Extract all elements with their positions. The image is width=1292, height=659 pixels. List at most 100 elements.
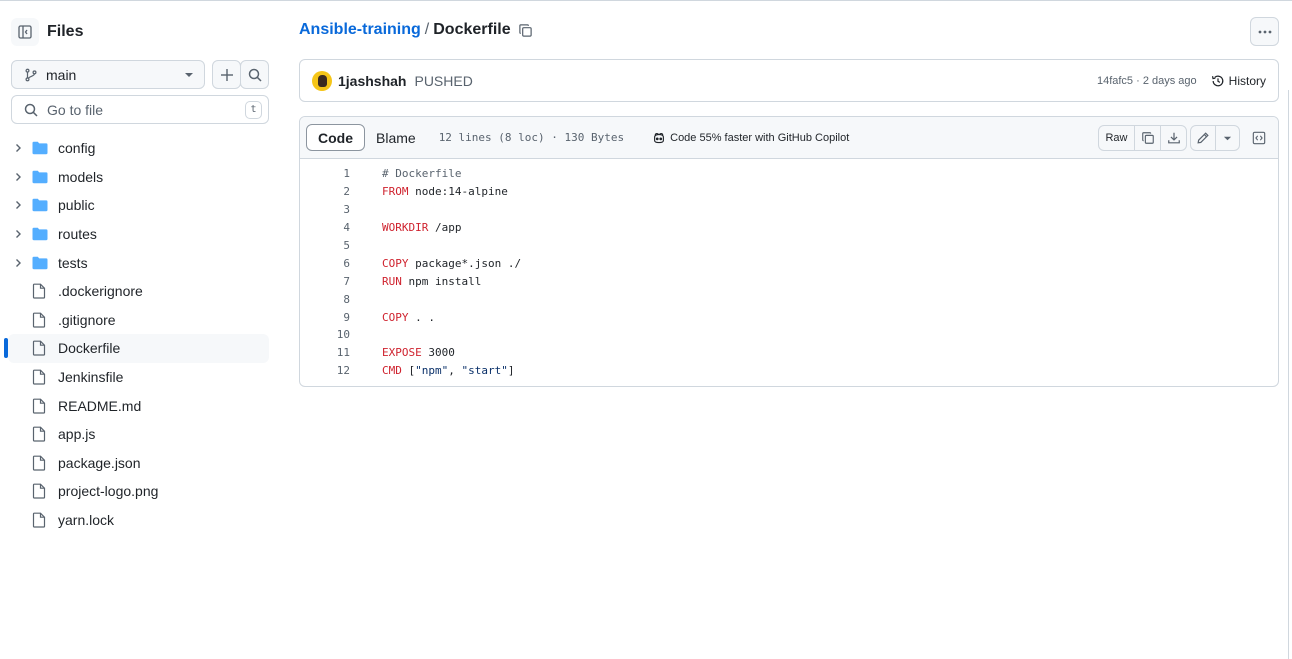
tree-file-item[interactable]: app.js (8, 420, 269, 449)
raw-button[interactable]: Raw (1099, 126, 1135, 150)
line-number[interactable]: 12 (300, 364, 350, 377)
line-number[interactable]: 5 (300, 239, 350, 252)
tree-file-item[interactable]: .dockerignore (8, 277, 269, 306)
line-number[interactable]: 2 (300, 185, 350, 198)
chevron-right-icon[interactable] (8, 258, 28, 268)
tree-folder-item[interactable]: tests (8, 248, 269, 277)
tree-item-label: .gitignore (58, 311, 116, 328)
chevron-right-icon[interactable] (8, 200, 28, 210)
file-info: 12 lines (8 loc) · 130 Bytes (438, 131, 625, 144)
code-token: "start" (461, 364, 508, 378)
line-number[interactable]: 10 (300, 328, 350, 341)
line-number[interactable]: 7 (300, 275, 350, 288)
edit-options-dropdown[interactable] (1216, 126, 1240, 150)
file-icon (32, 512, 48, 528)
code-line: 8 (300, 290, 1278, 308)
chevron-right-icon[interactable] (8, 143, 28, 153)
code-text: COPY . . (382, 311, 435, 324)
sidebar-title: Files (47, 23, 84, 40)
avatar[interactable] (312, 70, 332, 91)
line-number[interactable]: 1 (300, 167, 350, 180)
file-icon (32, 426, 48, 442)
tab-blame[interactable]: Blame (365, 124, 427, 151)
tree-item-label: .dockerignore (58, 283, 143, 300)
breadcrumb-separator: / (424, 21, 430, 38)
tree-file-item[interactable]: yarn.lock (8, 506, 269, 535)
tree-folder-item[interactable]: routes (8, 220, 269, 249)
commit-message[interactable]: PUSHED (414, 73, 472, 89)
history-label: History (1228, 73, 1266, 88)
commit-author[interactable]: 1jashshah (338, 73, 406, 89)
edit-file-button[interactable] (1191, 126, 1216, 150)
line-number[interactable]: 4 (300, 221, 350, 234)
code-line: 4 WORKDIR /app (300, 219, 1278, 237)
line-number[interactable]: 8 (300, 293, 350, 306)
tree-item-label: app.js (58, 426, 96, 443)
code-line: 5 (300, 237, 1278, 255)
code-token: node:14-alpine (408, 185, 508, 199)
code-token: COPY (382, 256, 409, 270)
caret-down-icon (185, 72, 193, 77)
line-number[interactable]: 9 (300, 311, 350, 324)
tab-code[interactable]: Code (306, 124, 365, 151)
copy-raw-button[interactable] (1135, 126, 1161, 150)
folder-icon (32, 169, 48, 185)
go-to-file-search[interactable]: t (11, 95, 269, 124)
branch-selector-button[interactable]: main (11, 60, 205, 89)
breadcrumb-repo-link[interactable]: Ansible-training (299, 21, 421, 39)
copilot-promo-link[interactable]: Code 55% faster with GitHub Copilot (652, 131, 849, 145)
edit-actions-group (1190, 125, 1240, 151)
file-icon (32, 483, 48, 500)
code-token: [ (401, 364, 416, 378)
latest-commit-bar: 1jashshah PUSHED 14fafc5 · 2 days ago Hi… (299, 59, 1279, 102)
chevron-right-icon[interactable] (8, 229, 28, 239)
code-square-icon (1252, 131, 1266, 145)
tree-item-label: tests (58, 254, 88, 271)
tree-item-label: README.md (58, 397, 142, 414)
file-icon (32, 398, 48, 414)
line-number[interactable]: 11 (300, 346, 350, 359)
copy-path-button[interactable] (518, 23, 533, 38)
branch-name: main (46, 66, 77, 83)
tree-file-item[interactable]: package.json (8, 449, 269, 478)
line-number[interactable]: 6 (300, 257, 350, 270)
tree-file-item[interactable]: README.md (8, 391, 269, 420)
go-to-file-input[interactable] (47, 101, 245, 118)
right-scroll-edge (1288, 90, 1292, 659)
code-text: WORKDIR /app (382, 221, 461, 234)
commit-meta[interactable]: 14fafc5 · 2 days ago (1097, 75, 1197, 87)
download-raw-button[interactable] (1161, 126, 1186, 150)
tree-item-label: yarn.lock (58, 512, 115, 529)
tree-item-label: Jenkinsfile (58, 369, 124, 386)
keyboard-shortcut-hint: t (245, 100, 262, 119)
line-number[interactable]: 3 (300, 203, 350, 216)
caret-down-icon (1223, 136, 1231, 140)
collapse-sidebar-button[interactable] (11, 18, 39, 46)
folder-icon (32, 255, 48, 271)
tree-folder-item[interactable]: config (8, 134, 269, 163)
code-token: RUN (382, 274, 402, 288)
tree-file-item[interactable]: .gitignore (8, 306, 269, 335)
code-token: FROM (382, 185, 409, 199)
plus-icon (220, 68, 233, 81)
search-code-button[interactable] (240, 60, 269, 89)
symbols-panel-button[interactable] (1246, 125, 1272, 151)
file-viewer-header: Code Blame 12 lines (8 loc) · 130 Bytes … (300, 117, 1278, 159)
code-lines: 1 # Dockerfile 2 FROM node:14-alpine 3 4 WORKD… (300, 159, 1278, 380)
file-icon (32, 340, 48, 357)
more-options-button[interactable] (1250, 17, 1279, 46)
code-token: "npm" (415, 364, 449, 378)
tree-file-item[interactable]: project-logo.png (8, 477, 269, 506)
history-button[interactable]: History (1211, 74, 1266, 88)
tree-file-item[interactable]: Dockerfile (4, 334, 269, 363)
search-icon (248, 68, 262, 82)
tree-folder-item[interactable]: public (8, 191, 269, 220)
add-file-button[interactable] (212, 60, 241, 89)
chevron-right-icon[interactable] (8, 172, 28, 182)
folder-icon (32, 140, 48, 156)
tree-folder-item[interactable]: models (8, 163, 269, 192)
code-token: CMD (382, 364, 402, 378)
tree-file-item[interactable]: Jenkinsfile (8, 363, 269, 392)
copy-icon (1141, 132, 1154, 144)
tree-item-label: package.json (58, 454, 141, 471)
